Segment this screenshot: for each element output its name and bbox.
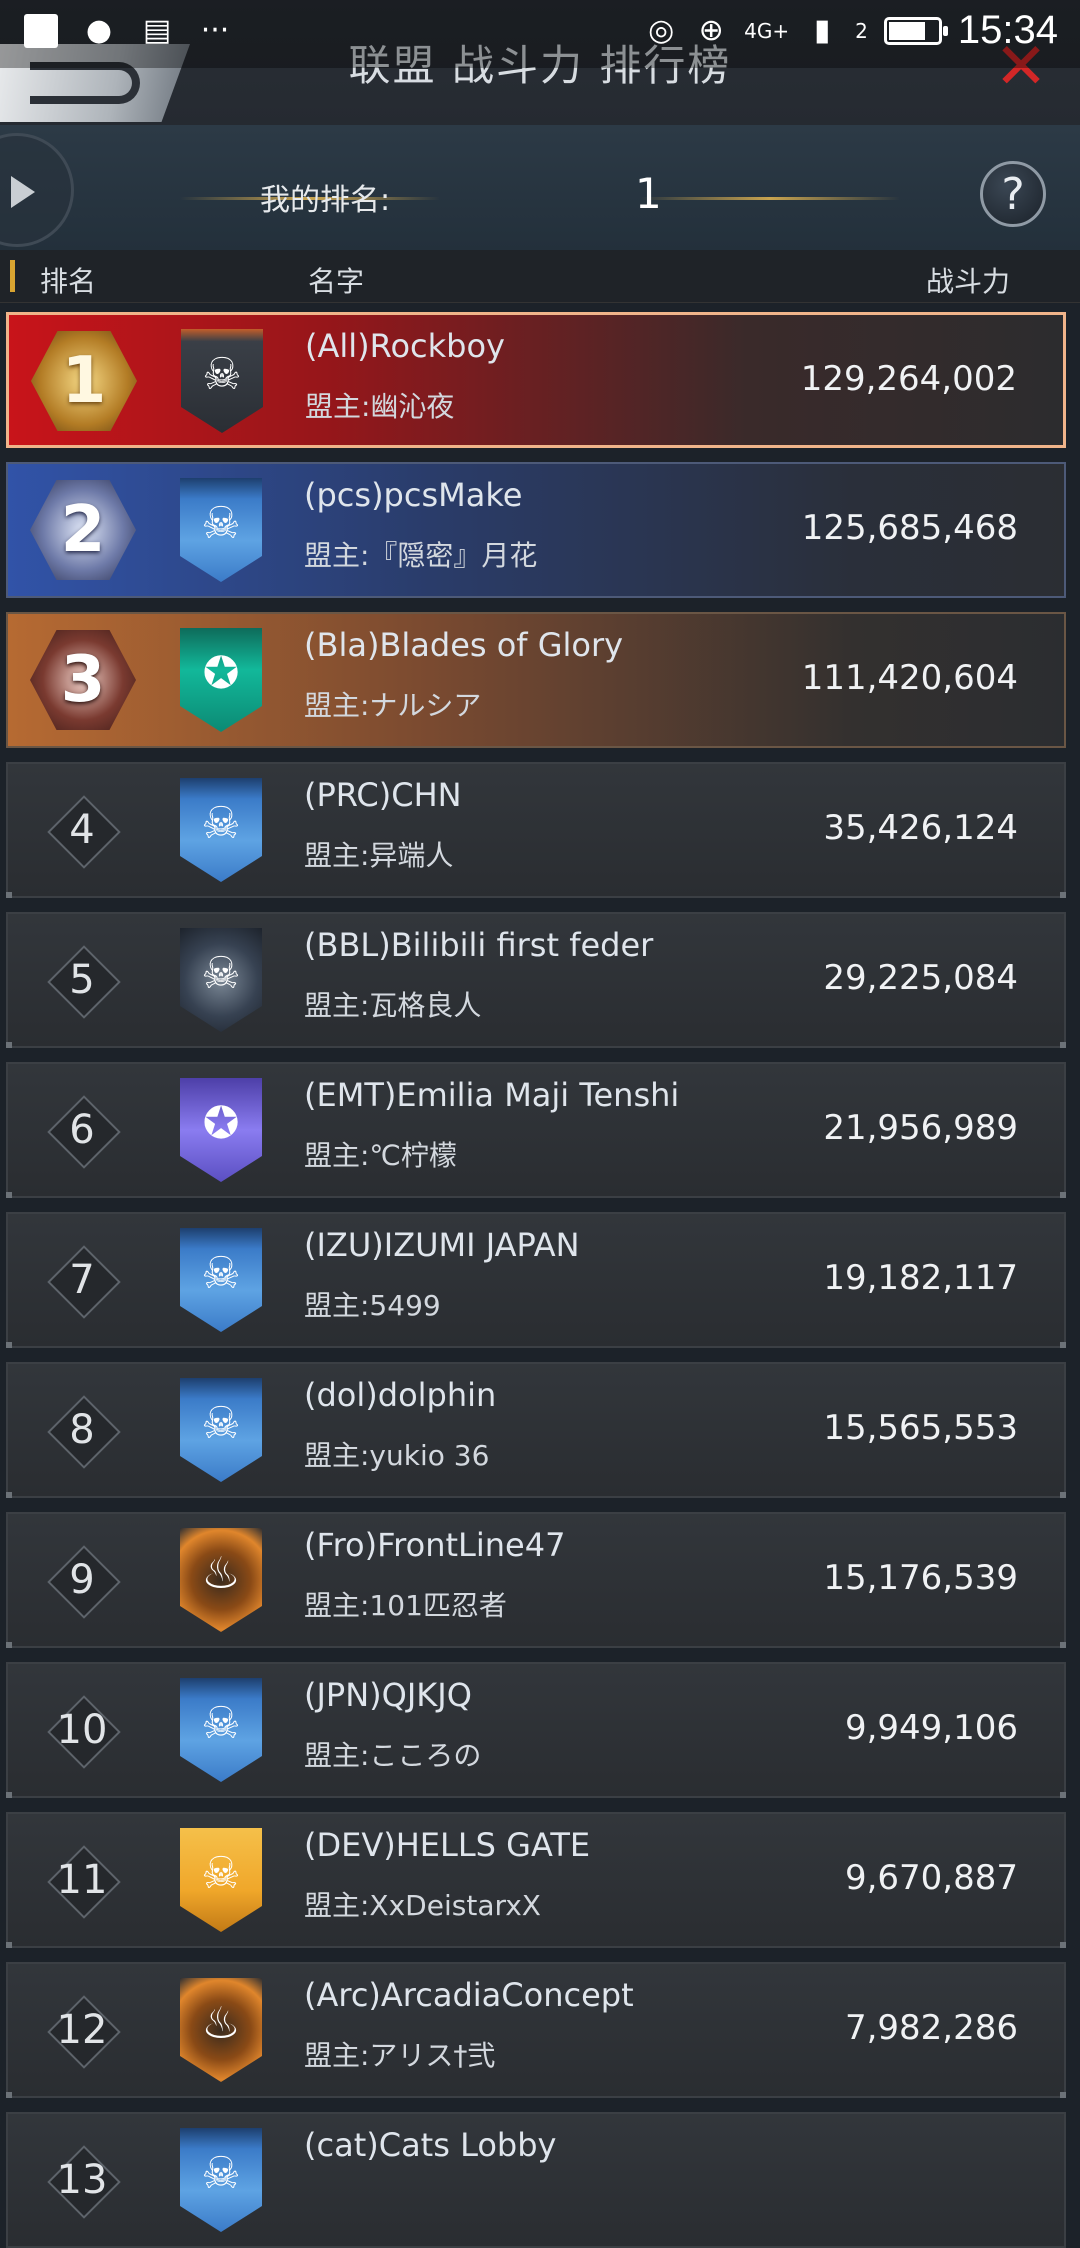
ranking-row[interactable]: 8 ☠ (dol)dolphin 盟主:yukio 36 15,565,553 bbox=[6, 1362, 1066, 1498]
nfc-icon: ◎ bbox=[648, 12, 675, 48]
guild-leader: 盟主:异端人 bbox=[304, 839, 454, 872]
combat-power: 129,264,002 bbox=[800, 359, 1017, 399]
bronze-medal-icon: 3 bbox=[30, 630, 136, 730]
combat-power: 111,420,604 bbox=[801, 658, 1018, 698]
ranking-row[interactable]: 6 ✪ (EMT)Emilia Maji Tenshi 盟主:℃柠檬 21,95… bbox=[6, 1062, 1066, 1198]
guild-name: (PRC)CHN bbox=[304, 776, 462, 814]
combat-power: 9,949,106 bbox=[844, 1708, 1018, 1748]
guild-leader: 盟主:こころの bbox=[304, 1739, 482, 1772]
ranking-row[interactable]: 3 ✪ (Bla)Blades of Glory 盟主:ナルシア 111,420… bbox=[6, 612, 1066, 748]
battery-icon bbox=[883, 16, 948, 45]
ranking-row[interactable]: 5 ☠ (BBL)Bilibili first feder 盟主:瓦格良人 29… bbox=[6, 912, 1066, 1048]
ranking-row[interactable]: 12 ♨ (Arc)ArcadiaConcept 盟主:アリス†弐 7,982,… bbox=[6, 1962, 1066, 2098]
qq-icon: ● bbox=[85, 13, 113, 48]
guild-name: (cat)Cats Lobby bbox=[304, 2126, 557, 2164]
guild-emblem-icon: ✪ bbox=[180, 628, 262, 732]
guild-name: (dol)dolphin bbox=[304, 1376, 497, 1414]
guild-leader: 盟主:101匹忍者 bbox=[304, 1589, 507, 1622]
clock: 15:34 bbox=[957, 8, 1058, 52]
guild-leader: 盟主:℃柠檬 bbox=[304, 1139, 457, 1172]
status-bar: ● ▤ ··· ◎ ⊕ 4G+ ▮ 2 15:34 bbox=[0, 0, 1080, 68]
combat-power: 21,956,989 bbox=[823, 1108, 1018, 1148]
rank-badge: 5 bbox=[47, 945, 121, 1019]
silver-medal-icon: 2 bbox=[30, 480, 136, 580]
rank-badge: 11 bbox=[47, 1845, 121, 1919]
my-rank-value: 1 bbox=[635, 169, 662, 218]
guild-leader: 盟主:幽沁夜 bbox=[305, 390, 455, 423]
guild-name: (DEV)HELLS GATE bbox=[304, 1826, 591, 1864]
rank-badge: 8 bbox=[47, 1395, 121, 1469]
combat-power: 15,176,539 bbox=[823, 1558, 1018, 1598]
guild-name: (All)Rockboy bbox=[305, 327, 505, 365]
guild-name: (Fro)FrontLine47 bbox=[304, 1526, 566, 1564]
guild-leader: 盟主:瓦格良人 bbox=[304, 989, 482, 1022]
guild-name: (Bla)Blades of Glory bbox=[304, 626, 624, 664]
my-rank-panel: 我的排名: 1 ? bbox=[0, 125, 1080, 250]
ranking-row[interactable]: 13 ☠ (cat)Cats Lobby bbox=[6, 2112, 1066, 2248]
guild-name: (JPN)QJKJQ bbox=[304, 1676, 472, 1714]
combat-power: 7,982,286 bbox=[844, 2008, 1018, 2048]
guild-name: (Arc)ArcadiaConcept bbox=[304, 1976, 634, 2014]
combat-power: 29,225,084 bbox=[823, 958, 1018, 998]
guild-name: (pcs)pcsMake bbox=[304, 476, 523, 514]
column-header: 排名 名字 战斗力 bbox=[0, 250, 1080, 303]
guild-emblem-icon: ☠ bbox=[180, 1828, 262, 1932]
ranking-row[interactable]: 9 ♨ (Fro)FrontLine47 盟主:101匹忍者 15,176,53… bbox=[6, 1512, 1066, 1648]
more-dots-icon: ··· bbox=[200, 13, 230, 48]
ranking-row[interactable]: 4 ☠ (PRC)CHN 盟主:异端人 35,426,124 bbox=[6, 762, 1066, 898]
wifi-icon: ⊕ bbox=[698, 12, 724, 48]
guild-emblem-icon: ☠ bbox=[181, 329, 263, 433]
rank-badge: 13 bbox=[47, 2145, 121, 2219]
help-button[interactable]: ? bbox=[980, 161, 1046, 227]
ranking-row[interactable]: 2 ☠ (pcs)pcsMake 盟主:『隠密』月花 125,685,468 bbox=[6, 462, 1066, 598]
guild-leader: 盟主:yukio 36 bbox=[304, 1439, 490, 1472]
rank-badge: 6 bbox=[47, 1095, 121, 1169]
guild-emblem-icon: ☠ bbox=[180, 928, 262, 1032]
ranking-row[interactable]: 11 ☠ (DEV)HELLS GATE 盟主:XxDeistarxX 9,67… bbox=[6, 1812, 1066, 1948]
guild-emblem-icon: ♨ bbox=[180, 1528, 262, 1632]
ranking-row[interactable]: 7 ☠ (IZU)IZUMI JAPAN 盟主:5499 19,182,117 bbox=[6, 1212, 1066, 1348]
combat-power: 125,685,468 bbox=[801, 508, 1018, 548]
guild-leader: 盟主:『隠密』月花 bbox=[304, 539, 538, 572]
rank-badge: 10 bbox=[47, 1695, 121, 1769]
combat-power: 19,182,117 bbox=[823, 1258, 1018, 1298]
guild-name: (BBL)Bilibili first feder bbox=[304, 926, 654, 964]
rank-badge: 4 bbox=[47, 795, 121, 869]
guild-emblem-icon: ☠ bbox=[180, 778, 262, 882]
guild-emblem-icon: ✪ bbox=[180, 1078, 262, 1182]
side-expand-button[interactable] bbox=[0, 133, 74, 247]
signal-icon: ▮ bbox=[813, 12, 831, 48]
guild-leader: 盟主:XxDeistarxX bbox=[304, 1889, 541, 1922]
column-power: 战斗力 bbox=[925, 265, 1010, 298]
column-name: 名字 bbox=[308, 265, 365, 298]
network-type: 4G+ bbox=[744, 18, 790, 43]
ranking-row[interactable]: 1 ☠ (All)Rockboy 盟主:幽沁夜 129,264,002 bbox=[6, 312, 1066, 448]
sim-slot: 2 bbox=[855, 18, 868, 43]
guild-name: (IZU)IZUMI JAPAN bbox=[304, 1226, 580, 1264]
guild-emblem-icon: ♨ bbox=[180, 1978, 262, 2082]
guild-emblem-icon: ☠ bbox=[180, 1228, 262, 1332]
guild-leader: 盟主:アリス†弐 bbox=[304, 2039, 496, 2072]
ranking-row[interactable]: 10 ☠ (JPN)QJKJQ 盟主:こころの 9,949,106 bbox=[6, 1662, 1066, 1798]
guild-leader: 盟主:5499 bbox=[304, 1289, 441, 1322]
gold-medal-icon: 1 bbox=[31, 331, 137, 431]
guild-emblem-icon: ☠ bbox=[180, 478, 262, 582]
guild-emblem-icon: ☠ bbox=[180, 2128, 262, 2232]
guild-name: (EMT)Emilia Maji Tenshi bbox=[304, 1076, 680, 1114]
rank-badge: 7 bbox=[47, 1245, 121, 1319]
combat-power: 15,565,553 bbox=[823, 1408, 1018, 1448]
rank-badge: 12 bbox=[47, 1995, 121, 2069]
guild-leader: 盟主:ナルシア bbox=[304, 689, 482, 722]
guild-emblem-icon: ☠ bbox=[180, 1678, 262, 1782]
column-rank: 排名 bbox=[40, 265, 97, 298]
my-rank-label: 我的排名: bbox=[260, 183, 391, 218]
rank-badge: 9 bbox=[47, 1545, 121, 1619]
guild-emblem-icon: ☠ bbox=[180, 1378, 262, 1482]
combat-power: 9,670,887 bbox=[844, 1858, 1018, 1898]
combat-power: 35,426,124 bbox=[823, 808, 1018, 848]
notification-square-icon bbox=[24, 14, 58, 48]
clipboard-icon: ▤ bbox=[142, 13, 172, 48]
play-arrow-icon bbox=[11, 176, 35, 208]
